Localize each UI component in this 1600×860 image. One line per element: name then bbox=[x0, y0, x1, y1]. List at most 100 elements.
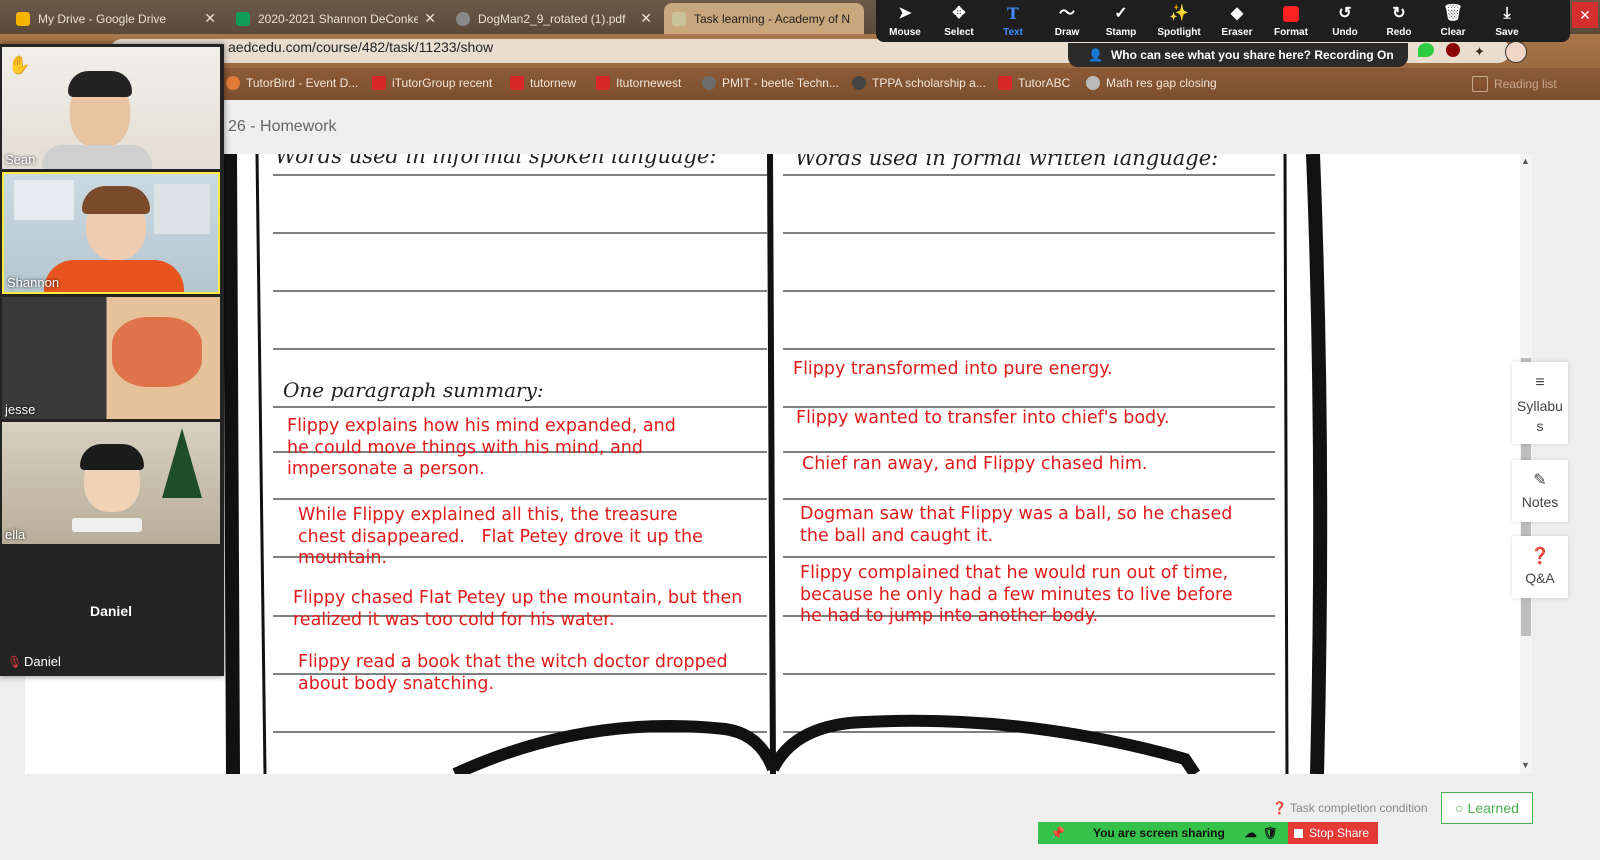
learned-label: Learned bbox=[1467, 800, 1519, 816]
pencil-icon: ✎ bbox=[1533, 472, 1547, 489]
participant-hair bbox=[82, 186, 150, 214]
video-tile-daniel[interactable]: Daniel 🎙 Daniel bbox=[2, 547, 220, 673]
wall-poster bbox=[154, 184, 210, 234]
participant-name: ella bbox=[5, 527, 26, 542]
task-completion-condition[interactable]: ❓ Task completion condition bbox=[1272, 801, 1428, 815]
bookmark-pmit[interactable]: PMIT - beetle Techn... bbox=[702, 76, 839, 90]
tool-label: Text bbox=[1003, 27, 1023, 38]
undo-icon: ↺ bbox=[1338, 5, 1352, 22]
itutor-icon bbox=[596, 76, 610, 90]
participant-body bbox=[44, 260, 184, 292]
notes-button[interactable]: ✎ Notes bbox=[1512, 460, 1568, 522]
right-column-header: Words used in formal written language: bbox=[795, 154, 1219, 170]
profile-avatar[interactable] bbox=[1505, 41, 1527, 63]
bookmark-math-res[interactable]: Math res gap closing bbox=[1086, 76, 1217, 90]
syllabus-button[interactable]: ≡ Syllabu s bbox=[1512, 362, 1568, 444]
itutor-icon bbox=[510, 76, 524, 90]
tool-draw[interactable]: 〜 Draw bbox=[1040, 4, 1094, 38]
tool-save[interactable]: ⤓ Save bbox=[1480, 4, 1534, 38]
draw-icon: 〜 bbox=[1058, 5, 1075, 22]
scroll-up-icon[interactable]: ▲ bbox=[1521, 156, 1530, 166]
wall-poster bbox=[14, 180, 74, 220]
tool-mouse[interactable]: ➤ Mouse bbox=[878, 4, 932, 38]
tool-undo[interactable]: ↺ Undo bbox=[1318, 4, 1372, 38]
summary-note: Flippy wanted to transfer into chief's b… bbox=[796, 408, 1170, 428]
tool-stamp[interactable]: ✓ Stamp bbox=[1094, 4, 1148, 38]
reading-list[interactable]: Reading list bbox=[1472, 76, 1557, 92]
participant-hair bbox=[80, 444, 144, 470]
tab-google-drive[interactable]: My Drive - Google Drive ✕ bbox=[8, 3, 224, 34]
annotation-toolbar: ➤ Mouse ✥ Select T Text 〜 Draw ✓ Stamp ✨ Spotl… bbox=[876, 0, 1570, 42]
video-tile-shannon[interactable]: Shannon bbox=[2, 172, 220, 294]
recording-banner[interactable]: 👤 Who can see what you share here? Recor… bbox=[1068, 43, 1408, 67]
summary-note: Dogman saw that Flippy was a ball, so he… bbox=[800, 504, 1233, 546]
close-tab-icon[interactable]: ✕ bbox=[204, 10, 216, 27]
chat-extension-icon[interactable] bbox=[1418, 43, 1434, 57]
summary-note: Flippy transformed into pure energy. bbox=[793, 359, 1113, 379]
globe-icon bbox=[456, 11, 470, 26]
tool-text[interactable]: T Text bbox=[986, 4, 1040, 38]
summary-note: While Flippy explained all this, the tre… bbox=[298, 505, 703, 568]
tab-task-learning[interactable]: Task learning - Academy of N bbox=[664, 3, 864, 34]
worksheet-view: Words used in informal spoken language: … bbox=[25, 154, 1520, 774]
tool-spotlight[interactable]: ✨ Spotlight bbox=[1148, 4, 1210, 38]
bookmark-itutorgroup[interactable]: iTutorGroup recent bbox=[372, 76, 492, 90]
summary-note: Chief ran away, and Flippy chased him. bbox=[802, 454, 1148, 474]
bookmark-tutorabc[interactable]: TutorABC bbox=[998, 76, 1070, 90]
participant-hair bbox=[68, 71, 132, 97]
save-icon: ⤓ bbox=[1503, 5, 1511, 22]
video-tile-jesse[interactable]: jesse bbox=[2, 297, 220, 419]
close-tab-icon[interactable]: ✕ bbox=[424, 10, 436, 27]
sharing-text: You are screen sharing bbox=[1092, 826, 1225, 840]
itutor-icon bbox=[372, 76, 386, 90]
question-icon: ❓ bbox=[1530, 548, 1550, 565]
sharing-pin-icon: 📌 bbox=[1050, 826, 1065, 840]
ublock-icon[interactable] bbox=[1446, 43, 1460, 57]
close-tab-icon[interactable]: ✕ bbox=[640, 10, 652, 27]
tool-label: Select bbox=[944, 27, 974, 38]
trash-icon: 🗑 bbox=[1442, 5, 1464, 22]
tool-clear[interactable]: 🗑 Clear bbox=[1426, 4, 1480, 38]
tab-title: Task learning - Academy of N bbox=[694, 11, 851, 26]
tab-title: DogMan2_9_rotated (1).pdf bbox=[478, 11, 626, 26]
tab-pdf[interactable]: DogMan2_9_rotated (1).pdf ✕ bbox=[448, 3, 660, 34]
screen-sharing-bar[interactable]: 📌 You are screen sharing ☁ 🛡 bbox=[1038, 822, 1288, 844]
bookmark-label: TPPA scholarship a... bbox=[872, 76, 986, 90]
video-tile-sean[interactable]: ✋ Sean bbox=[2, 47, 220, 169]
participant-arm bbox=[112, 317, 202, 387]
summary-note: Flippy explains how his mind expanded, a… bbox=[287, 416, 676, 479]
bookmark-tutornew[interactable]: tutornew bbox=[510, 76, 576, 90]
sheets-icon bbox=[236, 11, 250, 26]
tool-format[interactable]: Format bbox=[1264, 4, 1318, 38]
bookmark-icon bbox=[226, 76, 240, 90]
bookmark-itutornewest[interactable]: Itutornewest bbox=[596, 76, 681, 90]
bookmark-tppa[interactable]: TPPA scholarship a... bbox=[852, 76, 986, 90]
stop-share-button[interactable]: Stop Share bbox=[1288, 822, 1378, 844]
tool-label: Eraser bbox=[1221, 27, 1253, 38]
globe-icon bbox=[1086, 76, 1100, 90]
tab-spreadsheet[interactable]: 2020-2021 Shannon DeConke ✕ bbox=[228, 3, 444, 34]
tool-eraser[interactable]: ◆ Eraser bbox=[1210, 4, 1264, 38]
summary-note: Flippy chased Flat Petey up the mountain… bbox=[293, 588, 743, 630]
qa-button[interactable]: ❓ Q&A bbox=[1512, 536, 1568, 598]
tool-label: Draw bbox=[1054, 27, 1080, 38]
syllabus-label: Syllabu s bbox=[1517, 398, 1563, 434]
itutor-icon bbox=[998, 76, 1012, 90]
left-column-header: Words used in informal spoken language: bbox=[275, 154, 717, 168]
extensions-icon[interactable]: ✦ bbox=[1474, 44, 1485, 60]
tool-redo[interactable]: ↻ Redo bbox=[1372, 4, 1426, 38]
video-tile-ella[interactable]: ella bbox=[2, 422, 220, 544]
close-window-button[interactable]: ✕ bbox=[1572, 2, 1598, 28]
scroll-down-icon[interactable]: ▼ bbox=[1521, 760, 1530, 770]
shield-icon: 🛡 bbox=[1262, 826, 1279, 840]
summary-note: Flippy read a book that the witch doctor… bbox=[298, 652, 728, 694]
learned-button[interactable]: ○ Learned bbox=[1441, 792, 1533, 824]
page-title: 26 - Homework bbox=[228, 118, 337, 135]
address-input[interactable]: aedcedu.com/course/482/task/11233/show bbox=[228, 39, 493, 55]
bookmark-tutorbird[interactable]: TutorBird - Event D... bbox=[226, 76, 358, 90]
recording-banner-text: Who can see what you share here? Recordi… bbox=[1110, 48, 1394, 62]
tool-select[interactable]: ✥ Select bbox=[932, 4, 986, 38]
tppa-icon bbox=[852, 76, 866, 90]
format-icon bbox=[1264, 4, 1318, 24]
menu-icon: ≡ bbox=[1535, 374, 1545, 391]
